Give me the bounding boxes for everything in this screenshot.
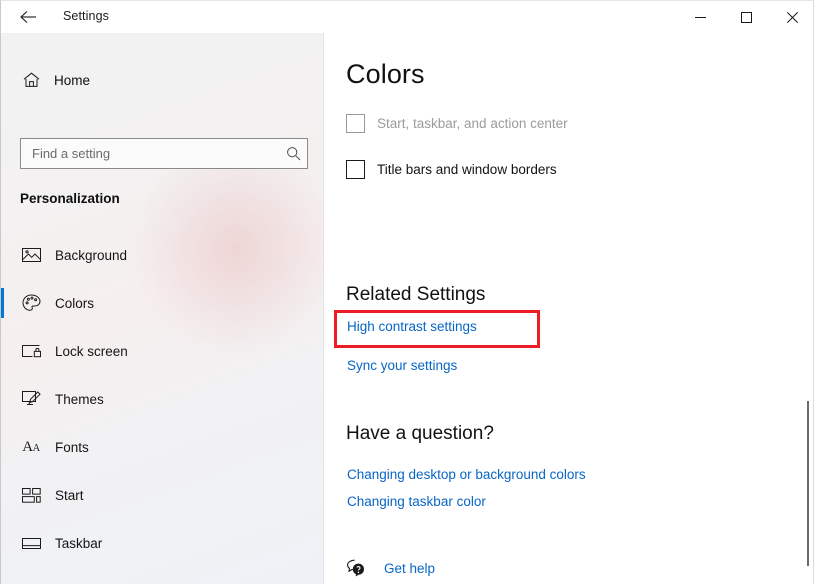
search-input[interactable] — [21, 146, 279, 161]
selection-accent-bar — [1, 240, 4, 270]
checkbox-row-start-taskbar-action-center[interactable]: Start, taskbar, and action center — [346, 114, 568, 133]
back-arrow-icon — [19, 10, 37, 24]
sidebar-item-taskbar[interactable]: Taskbar — [1, 519, 323, 567]
monitor-brush-icon — [20, 388, 42, 410]
sidebar: Home Personalization — [1, 33, 324, 584]
checkbox-start-taskbar-action-center[interactable] — [346, 114, 365, 133]
sidebar-item-fonts-label: Fonts — [55, 439, 89, 455]
sidebar-item-home-label: Home — [54, 72, 91, 88]
minimize-button[interactable] — [677, 1, 723, 33]
home-icon — [19, 68, 43, 92]
minimize-icon — [694, 12, 706, 23]
taskbar-icon — [20, 532, 42, 554]
search-box[interactable] — [20, 138, 308, 169]
sidebar-item-lock-screen-label: Lock screen — [55, 343, 128, 359]
sidebar-section-title: Personalization — [20, 191, 120, 206]
app-title: Settings — [63, 9, 109, 23]
get-help-label: Get help — [384, 560, 436, 576]
sidebar-item-background[interactable]: Background — [1, 231, 323, 279]
sidebar-item-fonts[interactable]: AA Fonts — [1, 423, 323, 471]
lock-screen-icon — [20, 340, 42, 362]
checkbox-label-title-bars-window-borders: Title bars and window borders — [377, 162, 557, 177]
selection-accent-bar — [1, 384, 4, 414]
back-button[interactable] — [11, 3, 45, 31]
sidebar-item-themes-label: Themes — [55, 391, 104, 407]
settings-window: Settings Home Find a setting Personaliza… — [0, 0, 814, 584]
window-controls — [677, 1, 813, 33]
selection-accent-bar — [1, 336, 4, 366]
fonts-aa-icon: AA — [22, 438, 40, 455]
sidebar-item-lock-screen[interactable]: Lock screen — [1, 327, 323, 375]
maximize-icon — [740, 11, 752, 23]
checkbox-title-bars-window-borders[interactable] — [346, 160, 365, 179]
selection-accent-bar — [1, 528, 4, 558]
checkbox-label-start-taskbar-action-center: Start, taskbar, and action center — [377, 116, 568, 131]
sidebar-item-start-label: Start — [55, 487, 84, 503]
maximize-button[interactable] — [723, 1, 769, 33]
palette-icon — [20, 292, 42, 314]
sidebar-item-colors[interactable]: Colors — [1, 279, 323, 327]
start-tiles-icon — [20, 484, 42, 506]
checkbox-row-title-bars-window-borders[interactable]: Title bars and window borders — [346, 160, 557, 179]
page-title: Colors — [346, 59, 425, 89]
search-icon[interactable] — [279, 139, 307, 168]
content-scrollbar[interactable] — [807, 401, 809, 566]
sidebar-item-home[interactable]: Home — [1, 61, 323, 99]
have-a-question-heading: Have a question? — [346, 423, 494, 444]
sidebar-item-taskbar-label: Taskbar — [55, 535, 103, 551]
link-changing-desktop-or-background-colors[interactable]: Changing desktop or background colors — [347, 467, 586, 482]
get-help-row[interactable]: Get help — [344, 556, 435, 580]
link-changing-taskbar-color[interactable]: Changing taskbar color — [347, 494, 486, 509]
sidebar-item-colors-label: Colors — [55, 295, 95, 311]
help-bubble-icon — [344, 556, 368, 580]
link-sync-your-settings[interactable]: Sync your settings — [347, 358, 457, 373]
image-icon — [20, 244, 42, 266]
title-bar: Settings — [1, 1, 813, 33]
close-button[interactable] — [769, 1, 813, 33]
link-high-contrast-settings[interactable]: High contrast settings — [347, 319, 477, 334]
sidebar-item-background-label: Background — [55, 247, 128, 263]
related-settings-heading: Related Settings — [346, 284, 486, 305]
close-icon — [786, 11, 798, 23]
sidebar-item-themes[interactable]: Themes — [1, 375, 323, 423]
content-pane: Colors Start, taskbar, and action center… — [324, 33, 813, 584]
sidebar-nav-list: Background Colors Lock screen Themes AA … — [1, 231, 323, 567]
selection-accent-bar — [1, 288, 4, 318]
selection-accent-bar — [1, 432, 4, 462]
selection-accent-bar — [1, 480, 4, 510]
sidebar-item-start[interactable]: Start — [1, 471, 323, 519]
